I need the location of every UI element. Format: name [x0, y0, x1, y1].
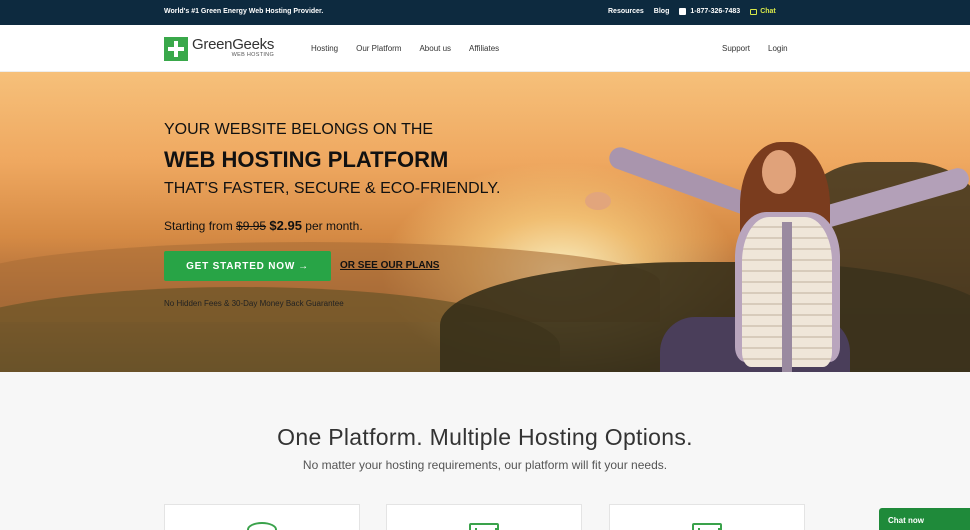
phone-link[interactable]: 1-877-326-7483	[679, 8, 740, 15]
hosting-option-card[interactable]	[609, 504, 805, 530]
chat-link[interactable]: Chat	[750, 8, 776, 15]
nav-item-affiliates[interactable]: Affiliates	[469, 44, 499, 53]
section-subtitle: No matter your hosting requirements, our…	[302, 458, 668, 472]
nav-right: Support Login	[722, 44, 788, 53]
logo-name: GreenGeeks	[192, 36, 275, 53]
phone-icon	[679, 8, 687, 15]
new-price: $2.95	[269, 218, 302, 233]
chat-bubble-icon	[750, 8, 758, 15]
hosting-option-card[interactable]	[386, 504, 582, 530]
chat-now-widget[interactable]: Chat now	[879, 508, 970, 530]
plus-logo-icon	[164, 37, 188, 61]
server-icon	[469, 523, 499, 530]
globe-icon	[247, 522, 277, 530]
nav-item-our-platform[interactable]: Our Platform	[356, 44, 401, 53]
server-icon	[692, 523, 722, 530]
nav-item-login[interactable]: Login	[768, 44, 788, 53]
hosting-option-card[interactable]	[164, 504, 360, 530]
nav-item-about-us[interactable]: About us	[419, 44, 451, 53]
resources-link[interactable]: Resources	[608, 8, 644, 15]
get-started-button[interactable]: GET STARTED NOW →	[164, 251, 331, 281]
phone-number: 1-877-326-7483	[690, 8, 741, 15]
hero-headline: WEB HOSTING PLATFORM	[164, 147, 449, 172]
hosting-options-section: One Platform. Multiple Hosting Options. …	[0, 372, 970, 530]
arrow-right-icon: →	[298, 260, 309, 272]
guarantee-text: No Hidden Fees & 30-Day Money Back Guara…	[164, 299, 344, 308]
price-line: Starting from $9.95 $2.95 per month.	[164, 218, 363, 233]
hero-banner: YOUR WEBSITE BELONGS ON THE WEB HOSTING …	[0, 72, 970, 372]
nav-item-support[interactable]: Support	[722, 44, 750, 53]
top-links: Resources Blog 1-877-326-7483 Chat	[608, 8, 776, 15]
old-price: $9.95	[236, 219, 267, 233]
top-bar: World's #1 Green Energy Web Hosting Prov…	[0, 0, 970, 25]
section-title: One Platform. Multiple Hosting Options.	[277, 424, 693, 450]
see-plans-link[interactable]: OR SEE OUR PLANS	[340, 260, 439, 271]
nav-item-hosting[interactable]: Hosting	[311, 44, 338, 53]
hero-headline-line1: YOUR WEBSITE BELONGS ON THE	[164, 121, 434, 138]
main-nav: GreenGeeks WEB HOSTING Hosting Our Platf…	[0, 25, 970, 72]
logo[interactable]: GreenGeeks WEB HOSTING	[164, 37, 274, 61]
nav-menu: Hosting Our Platform About us Affiliates	[311, 44, 499, 53]
blog-link[interactable]: Blog	[654, 8, 670, 15]
chat-label: Chat	[760, 8, 776, 15]
hero-headline-line3: THAT'S FASTER, SECURE & ECO-FRIENDLY.	[164, 180, 501, 197]
tagline: World's #1 Green Energy Web Hosting Prov…	[164, 8, 324, 15]
